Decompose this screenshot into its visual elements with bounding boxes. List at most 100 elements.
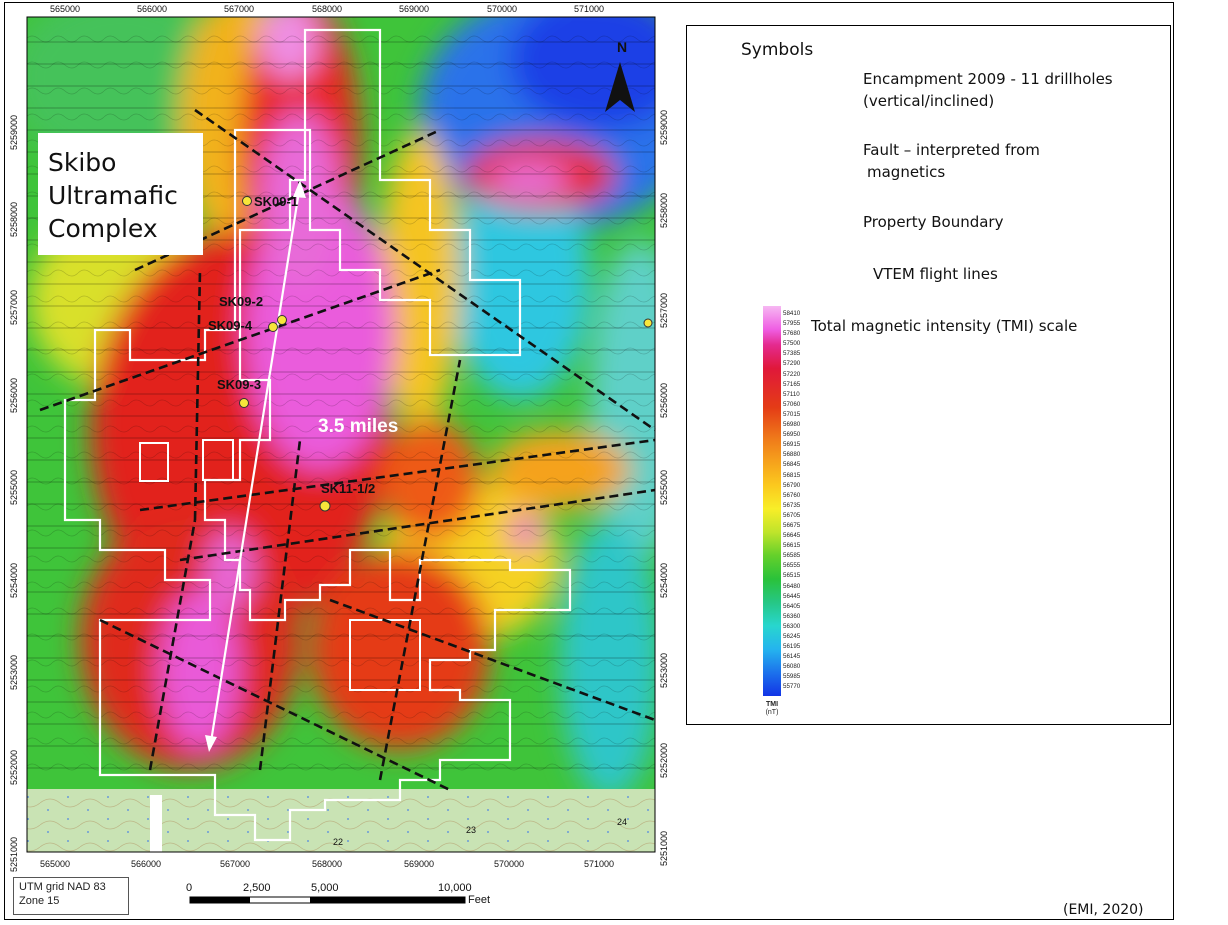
easting-tick-label: 571000 — [574, 4, 604, 14]
tmi-value: 57955 — [783, 320, 801, 328]
drillhole-label: SK09-4 — [208, 318, 253, 333]
easting-tick-label: 571000 — [584, 859, 614, 869]
northing-tick-label: 5256000 — [9, 378, 19, 413]
easting-tick-label: 566000 — [137, 4, 167, 14]
scale-label: 5,000 — [311, 882, 339, 894]
tmi-value: 57500 — [783, 340, 801, 348]
tmi-scale-values: 58410 57955 57680 57500 57385 57290 57220 57165… — [783, 309, 823, 693]
northing-tick-label: 5258000 — [9, 202, 19, 237]
northing-tick-label: 5251000 — [9, 837, 19, 872]
scale-label: 10,000 — [438, 882, 472, 894]
easting-tick-label: 570000 — [494, 859, 524, 869]
northing-tick-label: 5256000 — [659, 383, 669, 418]
northing-tick-label: 5254000 — [9, 563, 19, 598]
tmi-value: 57060 — [783, 400, 801, 408]
drillhole-label: SK09-3 — [217, 377, 261, 392]
legend-flight-lines: VTEM flight lines — [873, 265, 998, 283]
tmi-value: 56790 — [783, 481, 801, 489]
drillhole-pin-icon — [277, 315, 287, 325]
tmi-value: 56145 — [783, 653, 801, 661]
easting-ticks-top: 565000 566000 567000 568000 569000 57000… — [50, 4, 604, 14]
drillhole-pin-icon — [319, 500, 331, 512]
distance-label: 3.5 miles — [318, 416, 398, 437]
easting-tick-label: 567000 — [224, 4, 254, 14]
easting-tick-label: 569000 — [404, 859, 434, 869]
tmi-value: 57110 — [783, 390, 800, 398]
tmi-value: 55770 — [783, 683, 801, 691]
easting-tick-label: 565000 — [40, 859, 70, 869]
easting-tick-label: 569000 — [399, 4, 429, 14]
complex-label-line: Ultramafic — [48, 181, 178, 210]
tmi-value: 56615 — [783, 542, 801, 550]
legend-drillholes-line1: Encampment 2009 - 11 drillholes — [863, 70, 1113, 88]
complex-label-line: Complex — [48, 214, 158, 243]
easting-tick-label: 565000 — [50, 4, 80, 14]
drillhole-pin-icon — [242, 196, 252, 206]
tmi-caption: TMI — [765, 701, 779, 708]
northing-tick-label: 5255000 — [659, 470, 669, 505]
drillhole-pin-icon — [239, 398, 249, 408]
tmi-value: 57015 — [783, 410, 801, 418]
complex-label-line: Skibo — [48, 148, 116, 177]
tmi-value: 56845 — [783, 461, 801, 469]
grid-info-box: UTM grid NAD 83 Zone 15 — [13, 877, 129, 915]
tmi-value: 56735 — [783, 501, 801, 509]
northing-tick-label: 5253000 — [9, 655, 19, 690]
legend-drillholes-line2: (vertical/inclined) — [863, 92, 995, 110]
scale-label: 2,500 — [243, 882, 271, 894]
legend-fault-line2: magnetics — [867, 163, 946, 181]
grid-info-line2: Zone 15 — [19, 895, 60, 907]
scale-unit: Feet — [468, 894, 491, 906]
northing-tick-label: 5258000 — [659, 193, 669, 228]
tmi-scale-caption: TMI (nT) — [757, 701, 787, 717]
scale-label: 0 — [186, 882, 193, 894]
tmi-value: 56195 — [783, 643, 801, 651]
northing-tick-label: 5252000 — [9, 750, 19, 785]
tmi-value: 56480 — [783, 582, 801, 590]
northing-tick-label: 5251000 — [659, 831, 669, 866]
tmi-unit: (nT) — [765, 709, 779, 716]
section-number: 24 — [617, 817, 627, 827]
tmi-value: 56705 — [783, 511, 801, 519]
tmi-value: 57290 — [783, 360, 801, 368]
tmi-value: 56585 — [783, 552, 801, 560]
tmi-value: 56080 — [783, 663, 801, 671]
tmi-value: 56245 — [783, 633, 801, 640]
tmi-value: 57385 — [783, 350, 801, 358]
northing-tick-label: 5259000 — [9, 115, 19, 150]
tmi-color-scale-icon — [763, 306, 781, 696]
tmi-value: 56980 — [783, 421, 801, 429]
tmi-value: 58410 — [783, 310, 801, 317]
tmi-value: 56360 — [783, 612, 801, 620]
northing-tick-label: 5252000 — [659, 743, 669, 778]
tmi-value: 56880 — [783, 451, 801, 459]
easting-tick-label: 566000 — [131, 859, 161, 869]
section-number: 23 — [466, 825, 476, 835]
northing-ticks-right: 5259000 5258000 5257000 5256000 5255000 … — [659, 110, 669, 866]
north-label: N — [617, 39, 627, 55]
easting-tick-label: 567000 — [220, 859, 250, 869]
legend-property-boundary: Property Boundary — [863, 213, 1004, 231]
northing-tick-label: 5257000 — [659, 293, 669, 328]
tmi-value: 56950 — [783, 431, 801, 439]
easting-tick-label: 570000 — [487, 4, 517, 14]
source-credit: (EMI, 2020) — [1063, 902, 1144, 918]
easting-tick-label: 568000 — [312, 4, 342, 14]
legend-tmi-scale: Total magnetic intensity (TMI) scale — [811, 317, 1078, 335]
drillhole-pin-icon — [643, 318, 653, 328]
northing-tick-label: 5254000 — [659, 563, 669, 598]
northing-tick-label: 5255000 — [9, 470, 19, 505]
tmi-value: 57220 — [783, 370, 801, 378]
tmi-value: 56675 — [783, 521, 801, 529]
tmi-value: 55985 — [783, 673, 801, 681]
northing-tick-label: 5257000 — [9, 290, 19, 325]
tmi-value: 56645 — [783, 532, 801, 540]
tmi-value: 56445 — [783, 592, 801, 600]
drillhole-label: SK09-2 — [219, 294, 263, 309]
legend-title: Symbols — [741, 40, 814, 60]
tmi-value: 56815 — [783, 471, 801, 479]
drillhole-label: SK09-1 — [254, 194, 298, 209]
tmi-value: 56555 — [783, 562, 801, 570]
tmi-value: 56915 — [783, 441, 801, 449]
section-number: 22 — [333, 837, 343, 847]
